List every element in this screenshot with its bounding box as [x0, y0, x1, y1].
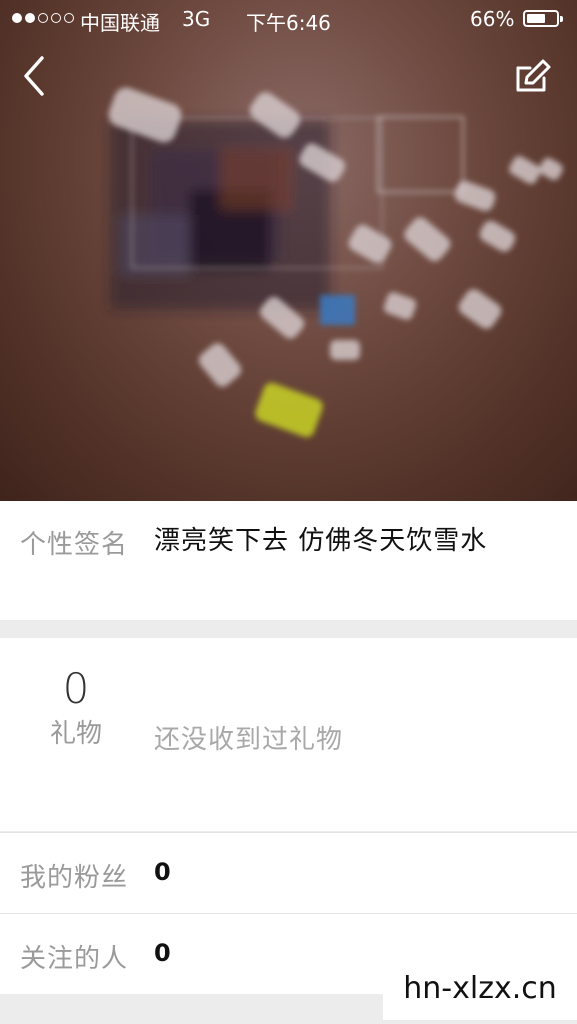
- following-count: 0: [154, 939, 171, 967]
- gift-count: 0: [62, 664, 90, 713]
- profile-screen: 中国联通 3G 下午6:46 66% 个性签名 漂亮笑下去 仿佛冬天饮雪水 0 …: [0, 0, 577, 1024]
- network-type: 3G: [182, 7, 211, 31]
- fans-label: 我的粉丝: [20, 863, 129, 893]
- battery-percent: 66%: [470, 7, 515, 31]
- following-label: 关注的人: [20, 944, 129, 974]
- edit-button[interactable]: [510, 56, 554, 100]
- battery-icon: [523, 10, 563, 27]
- cover-photo-image: [108, 87, 563, 438]
- status-bar: 中国联通 3G 下午6:46 66%: [0, 0, 577, 40]
- chevron-left-icon: [24, 56, 44, 96]
- back-button[interactable]: [18, 54, 58, 98]
- fans-row[interactable]: 我的粉丝 0: [0, 832, 577, 913]
- cover-photo: 中国联通 3G 下午6:46 66%: [0, 0, 577, 501]
- clock: 下午6:46: [246, 11, 331, 35]
- watermark: hn-xlzx.cn: [383, 958, 577, 1020]
- battery-fill: [527, 14, 546, 23]
- edit-icon: [516, 59, 551, 92]
- fans-count: 0: [154, 858, 171, 886]
- signal-strength-icon: [12, 13, 74, 23]
- carrier-name: 中国联通: [80, 11, 160, 35]
- gift-empty-message: 还没收到过礼物: [154, 725, 344, 755]
- signature-text: 漂亮笑下去 仿佛冬天饮雪水: [154, 526, 488, 556]
- signature-label: 个性签名: [20, 530, 129, 560]
- gift-label: 礼物: [49, 719, 102, 749]
